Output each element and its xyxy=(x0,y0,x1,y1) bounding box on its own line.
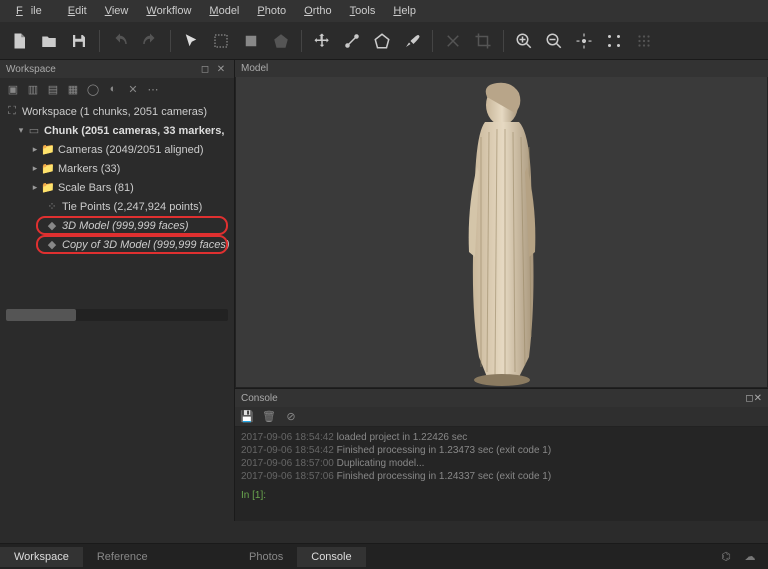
console-output[interactable]: 2017-09-06 18:54:42 loaded project in 1.… xyxy=(235,427,768,521)
left-tab-bar: Workspace Reference xyxy=(0,543,235,569)
measure-icon[interactable] xyxy=(339,28,365,54)
undo-icon[interactable] xyxy=(107,28,133,54)
console-line: 2017-09-06 18:54:42 Finished processing … xyxy=(241,444,762,457)
folder-icon: 📁 xyxy=(40,181,56,195)
close-icon[interactable] xyxy=(440,28,466,54)
menu-file[interactable]: File xyxy=(8,3,58,19)
ws-tool-7-icon[interactable]: ✕ xyxy=(124,80,142,98)
popout-icon[interactable]: ◻ xyxy=(198,62,212,76)
tab-photos[interactable]: Photos xyxy=(235,547,297,567)
chevron-right-icon[interactable]: ▸ xyxy=(30,163,40,174)
folder-icon: 📁 xyxy=(40,162,56,176)
tree-workspace-root[interactable]: ⛶ Workspace (1 chunks, 2051 cameras) xyxy=(0,102,234,121)
chevron-right-icon[interactable]: ▸ xyxy=(30,182,40,193)
cloud-status-icon[interactable]: ☁ xyxy=(742,550,758,564)
console-prompt[interactable]: In [1]: xyxy=(241,489,762,502)
camera-status-icon[interactable]: ⌬ xyxy=(718,550,734,564)
tab-workspace[interactable]: Workspace xyxy=(0,547,83,567)
pentagon-icon[interactable] xyxy=(369,28,395,54)
tab-console[interactable]: Console xyxy=(297,547,365,567)
open-icon[interactable] xyxy=(36,28,62,54)
ws-tool-5-icon[interactable]: ◯ xyxy=(84,80,102,98)
chunk-icon: ▭ xyxy=(26,124,42,138)
polygon-tool-icon[interactable] xyxy=(238,28,264,54)
zoom-in-icon[interactable] xyxy=(511,28,537,54)
tab-reference[interactable]: Reference xyxy=(83,547,162,567)
tree-3d-model-copy[interactable]: ◆ Copy of 3D Model (999,999 faces) xyxy=(0,235,234,254)
menu-photo[interactable]: Photo xyxy=(249,3,294,19)
menu-model[interactable]: Model xyxy=(201,3,247,19)
tree-cameras[interactable]: ▸ 📁 Cameras (2049/2051 aligned) xyxy=(0,140,234,159)
statue-render xyxy=(437,77,567,387)
new-icon[interactable] xyxy=(6,28,32,54)
save-log-icon[interactable]: 💾 xyxy=(239,409,255,425)
chevron-down-icon[interactable]: ▾ xyxy=(16,125,26,136)
shape-tool-icon[interactable] xyxy=(268,28,294,54)
crop-icon[interactable] xyxy=(470,28,496,54)
grid-icon[interactable] xyxy=(601,28,627,54)
menu-view[interactable]: View xyxy=(97,3,137,19)
tree-scalebars[interactable]: ▸ 📁 Scale Bars (81) xyxy=(0,178,234,197)
redo-icon[interactable] xyxy=(137,28,163,54)
model-viewport[interactable] xyxy=(235,77,768,388)
workspace-toolbar: ▣ ▥ ▤ ▦ ◯ ◐ ✕ ⋯ xyxy=(0,78,234,100)
trash-icon[interactable]: 🗑 xyxy=(261,409,277,425)
scrollbar-thumb[interactable] xyxy=(6,309,76,321)
console-panel: Console ◻ ✕ 💾 🗑 ⊘ 2017-09-06 18:54:42 lo… xyxy=(235,388,768,521)
ws-tool-6-icon[interactable]: ◐ xyxy=(104,80,122,98)
grid2-icon[interactable] xyxy=(631,28,657,54)
workspace-title: Workspace xyxy=(6,64,196,75)
menu-help[interactable]: Help xyxy=(385,3,424,19)
console-toolbar: 💾 🗑 ⊘ xyxy=(235,407,768,427)
console-line: 2017-09-06 18:54:42 loaded project in 1.… xyxy=(241,431,762,444)
ws-tool-8-icon[interactable]: ⋯ xyxy=(144,80,162,98)
workspace-icon: ⛶ xyxy=(4,105,20,119)
rect-select-icon[interactable] xyxy=(208,28,234,54)
zoom-out-icon[interactable] xyxy=(541,28,567,54)
console-header: Console ◻ ✕ xyxy=(235,389,768,407)
right-tab-bar: Photos Console ⌬ ☁ xyxy=(235,543,768,569)
menu-workflow[interactable]: Workflow xyxy=(138,3,199,19)
model-title: Model xyxy=(241,63,268,74)
menu-ortho[interactable]: Ortho xyxy=(296,3,340,19)
console-title: Console xyxy=(241,393,745,404)
status-icons: ⌬ ☁ xyxy=(718,550,768,564)
move-icon[interactable] xyxy=(309,28,335,54)
save-icon[interactable] xyxy=(66,28,92,54)
chevron-right-icon[interactable]: ▸ xyxy=(30,144,40,155)
menu-tools[interactable]: Tools xyxy=(342,3,384,19)
workspace-header: Workspace ◻ ✕ xyxy=(0,60,234,78)
pointer-icon[interactable] xyxy=(178,28,204,54)
tree-chunk[interactable]: ▾ ▭ Chunk (2051 cameras, 33 markers, xyxy=(0,121,234,140)
brush-icon[interactable] xyxy=(399,28,425,54)
ws-tool-2-icon[interactable]: ▥ xyxy=(24,80,42,98)
menu-edit[interactable]: Edit xyxy=(60,3,95,19)
ws-tool-1-icon[interactable]: ▣ xyxy=(4,80,22,98)
main-toolbar xyxy=(0,22,768,60)
clear-icon[interactable]: ⊘ xyxy=(283,409,299,425)
workspace-panel: Workspace ◻ ✕ ▣ ▥ ▤ ▦ ◯ ◐ ✕ ⋯ ⛶ Workspac… xyxy=(0,60,235,521)
model-icon: ◆ xyxy=(44,219,60,233)
close-panel-icon[interactable]: ✕ xyxy=(754,393,762,404)
workspace-tree: ⛶ Workspace (1 chunks, 2051 cameras) ▾ ▭… xyxy=(0,100,234,305)
close-panel-icon[interactable]: ✕ xyxy=(214,62,228,76)
popout-icon[interactable]: ◻ xyxy=(745,393,753,404)
console-line: 2017-09-06 18:57:00 Duplicating model... xyxy=(241,457,762,470)
tree-3d-model[interactable]: ◆ 3D Model (999,999 faces) xyxy=(0,216,234,235)
ws-tool-4-icon[interactable]: ▦ xyxy=(64,80,82,98)
horizontal-scrollbar[interactable] xyxy=(6,309,228,321)
tree-markers[interactable]: ▸ 📁 Markers (33) xyxy=(0,159,234,178)
right-column: Model Co xyxy=(235,60,768,521)
tree-tiepoints[interactable]: ⁘ Tie Points (2,247,924 points) xyxy=(0,197,234,216)
console-line: 2017-09-06 18:57:06 Finished processing … xyxy=(241,470,762,483)
folder-icon: 📁 xyxy=(40,143,56,157)
center-icon[interactable] xyxy=(571,28,597,54)
ws-tool-3-icon[interactable]: ▤ xyxy=(44,80,62,98)
model-header: Model xyxy=(235,60,768,77)
menu-bar: File Edit View Workflow Model Photo Orth… xyxy=(0,0,768,22)
points-icon: ⁘ xyxy=(44,200,60,214)
model-icon: ◆ xyxy=(44,238,60,252)
